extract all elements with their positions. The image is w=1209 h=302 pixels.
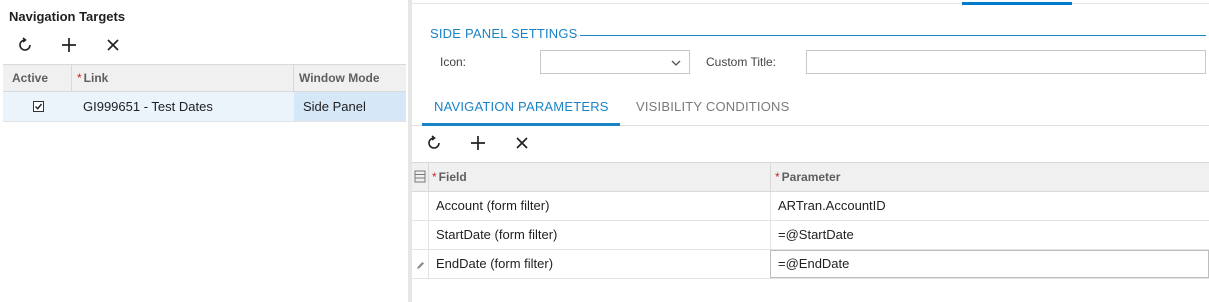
plus-icon [61, 37, 77, 56]
custom-title-input[interactable] [806, 50, 1206, 74]
targets-grid-header: Active * Link Window Mode [3, 64, 406, 92]
link-cell[interactable]: GI999651 - Test Dates [83, 92, 213, 121]
refresh-button[interactable] [424, 134, 444, 154]
parameter-cell: =@EndDate [778, 256, 850, 271]
parameter-cell[interactable]: ARTran.AccountID [778, 192, 886, 220]
delete-row-button[interactable] [512, 134, 532, 154]
parameters-toolbar [424, 134, 532, 154]
tab-visibility-conditions[interactable]: VISIBILITY CONDITIONS [636, 99, 790, 114]
section-title: SIDE PANEL SETTINGS [430, 26, 578, 41]
add-row-button[interactable] [468, 134, 488, 154]
active-tab-underline [422, 123, 620, 126]
close-icon [515, 136, 529, 153]
target-details-panel: SIDE PANEL SETTINGS Icon: Custom Title: … [412, 0, 1209, 302]
navigation-targets-panel: Navigation Targets Active * Link Window M… [0, 0, 406, 302]
required-marker: * [432, 170, 437, 184]
table-row[interactable]: Account (form filter) ARTran.AccountID [412, 192, 1209, 221]
tab-navigation-parameters[interactable]: NAVIGATION PARAMETERS [434, 99, 609, 114]
column-header-link[interactable]: * Link [77, 65, 108, 92]
add-row-button[interactable] [59, 36, 79, 56]
section-divider [580, 35, 1206, 36]
column-header-parameter[interactable]: * Parameter [775, 163, 840, 191]
field-cell[interactable]: StartDate (form filter) [436, 221, 557, 249]
column-header-window-mode[interactable]: Window Mode [299, 65, 380, 92]
required-marker: * [775, 170, 780, 184]
active-checkbox[interactable] [33, 101, 44, 112]
column-settings-icon[interactable] [414, 170, 426, 186]
chevron-down-icon [671, 56, 681, 71]
parameter-cell[interactable]: =@StartDate [778, 221, 854, 249]
delete-row-button[interactable] [103, 36, 123, 56]
top-tab-indicator [962, 2, 1072, 5]
close-icon [106, 38, 120, 55]
custom-title-label: Custom Title: [706, 55, 777, 69]
column-header-active[interactable]: Active [12, 65, 48, 92]
table-row[interactable]: GI999651 - Test Dates Side Panel [3, 92, 406, 122]
field-cell[interactable]: EndDate (form filter) [436, 250, 553, 278]
icon-label: Icon: [440, 55, 467, 69]
required-marker: * [77, 71, 82, 85]
field-cell[interactable]: Account (form filter) [436, 192, 549, 220]
table-row[interactable]: StartDate (form filter) =@StartDate [412, 221, 1209, 250]
icon-select[interactable] [540, 50, 690, 74]
plus-icon [470, 135, 486, 154]
refresh-icon [426, 134, 442, 154]
column-header-field[interactable]: * Field [432, 163, 467, 191]
parameters-grid-header: * Field * Parameter [412, 162, 1209, 192]
window-mode-cell[interactable]: Side Panel [294, 92, 406, 121]
refresh-icon [17, 36, 33, 56]
panel-title: Navigation Targets [9, 9, 126, 24]
pencil-icon [416, 258, 425, 273]
table-row[interactable]: EndDate (form filter) =@EndDate [412, 250, 1209, 279]
left-toolbar [15, 36, 123, 56]
refresh-button[interactable] [15, 36, 35, 56]
top-divider [412, 3, 1209, 4]
parameter-edit-input[interactable]: =@EndDate [770, 250, 1209, 278]
